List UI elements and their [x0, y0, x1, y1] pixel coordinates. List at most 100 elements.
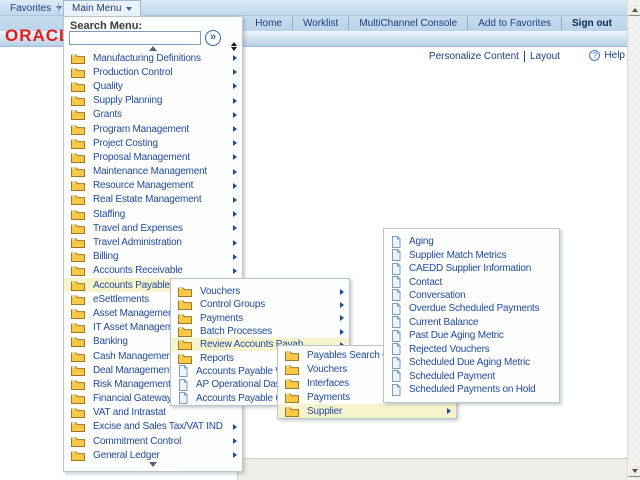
scrollbar-up-button[interactable]	[628, 3, 640, 16]
folder-icon	[178, 339, 192, 351]
menu-item[interactable]: Scheduled Due Aging Metric	[384, 356, 559, 369]
document-icon	[391, 329, 401, 342]
menu-item[interactable]: Scheduled Payments on Hold	[384, 383, 559, 396]
vertical-scrollbar[interactable]	[627, 0, 640, 480]
menu-item[interactable]: Supplier	[278, 404, 456, 418]
document-icon	[178, 392, 188, 405]
menu-item-label: Travel and Expenses	[93, 222, 183, 234]
menu-item[interactable]: Maintenance Management	[64, 165, 242, 179]
scrollbar-down-button[interactable]	[628, 464, 640, 477]
folder-icon	[71, 265, 85, 277]
menu-item[interactable]: Batch Processes	[171, 325, 349, 338]
menu-item-label: Manufacturing Definitions	[93, 52, 201, 64]
menu-item[interactable]: Travel and Expenses	[64, 221, 242, 235]
menu-item[interactable]: Manufacturing Definitions	[64, 51, 242, 65]
menu-item-label: Cash Management	[93, 350, 175, 362]
menu-item[interactable]: Control Groups	[171, 298, 349, 311]
document-icon	[391, 249, 401, 262]
menu-item[interactable]: General Ledger	[64, 448, 242, 462]
menu-item[interactable]: Overdue Scheduled Payments	[384, 302, 559, 315]
header-nav-link[interactable]: Home	[245, 17, 292, 30]
menu-item-label: Control Groups	[200, 299, 266, 311]
menu-item[interactable]: Real Estate Management	[64, 193, 242, 207]
submenu-arrow-icon	[233, 168, 237, 175]
folder-icon	[285, 378, 299, 389]
menu-item[interactable]: Supply Planning	[64, 94, 242, 108]
folder-icon	[71, 436, 85, 447]
submenu-arrow-icon	[233, 239, 237, 246]
menu-item[interactable]: Quality	[64, 79, 242, 93]
menu-item-label: Quality	[93, 80, 123, 92]
folder-icon	[71, 280, 85, 291]
menu-item[interactable]: Supplier Match Metrics	[384, 248, 559, 262]
menu-resize-handle[interactable]	[229, 42, 238, 51]
menu-item-label: Excise and Sales Tax/VAT IND	[93, 421, 223, 433]
favorites-menu-tab[interactable]: Favorites	[2, 0, 70, 16]
main-menu-label: Main Menu	[72, 3, 122, 14]
menu-item-label: Batch Processes	[200, 326, 273, 338]
folder-icon	[71, 379, 85, 390]
menu-item-label: Rejected Vouchers	[409, 343, 490, 355]
menu-item-label: eSettlements	[93, 293, 149, 305]
header-nav-link[interactable]: Sign out	[561, 17, 622, 30]
help-label: Help	[604, 50, 625, 61]
menu-item[interactable]: Project Costing	[64, 136, 242, 150]
folder-icon	[285, 350, 299, 362]
folder-icon	[71, 251, 85, 263]
submenu-arrow-icon	[233, 253, 237, 260]
menu-scroll-down[interactable]	[64, 462, 242, 467]
header-nav-links: Home Worklist MultiChannel Console Add t…	[245, 17, 622, 30]
menu-item[interactable]: Travel Administration	[64, 235, 242, 249]
menu-item[interactable]: CAEDD Supplier Information	[384, 262, 559, 275]
menu-item[interactable]: Production Control	[64, 65, 242, 79]
menu-item-label: Billing	[93, 251, 119, 263]
menu-item[interactable]: Scheduled Payment	[384, 369, 559, 383]
personalize-content-link[interactable]: Personalize Content	[424, 51, 524, 62]
submenu-arrow-icon	[233, 196, 237, 203]
menu-item[interactable]: VAT and Intrastat	[64, 406, 242, 420]
folder-icon	[71, 109, 85, 121]
folder-icon	[71, 294, 85, 305]
document-icon	[391, 262, 401, 275]
menu-item[interactable]: Proposal Management	[64, 150, 242, 164]
header-nav-link[interactable]: Add to Favorites	[467, 17, 561, 30]
folder-icon	[71, 124, 85, 135]
submenu-arrow-icon	[233, 55, 237, 62]
main-menu-tab[interactable]: Main Menu	[63, 0, 142, 16]
submenu-arrow-icon	[233, 452, 237, 459]
menu-item[interactable]: Current Balance	[384, 316, 559, 329]
search-go-button[interactable]: »	[205, 30, 221, 46]
menu-item[interactable]: Resource Management	[64, 179, 242, 193]
help-link[interactable]: ? Help	[589, 50, 625, 61]
menu-item[interactable]: Conversation	[384, 289, 559, 302]
menu-item-label: Travel Administration	[93, 237, 182, 249]
menu-item[interactable]: Aging	[384, 235, 559, 248]
folder-icon	[71, 351, 85, 362]
menu-item[interactable]: Excise and Sales Tax/VAT IND	[64, 420, 242, 434]
menu-item[interactable]: Staffing	[64, 207, 242, 221]
menu-item[interactable]: Commitment Control	[64, 434, 242, 448]
header-nav-link[interactable]: MultiChannel Console	[348, 17, 467, 30]
menu-item-label: Production Control	[93, 66, 173, 78]
menu-item-label: Proposal Management	[93, 151, 190, 163]
search-input[interactable]	[69, 31, 201, 45]
arrow-up-icon	[632, 8, 638, 12]
menu-item[interactable]: Vouchers	[171, 285, 349, 298]
menu-item-label: Scheduled Due Aging Metric	[409, 357, 530, 369]
menu-item[interactable]: Contact	[384, 275, 559, 289]
folder-icon	[71, 393, 85, 405]
menu-item[interactable]: Grants	[64, 108, 242, 122]
submenu-arrow-icon	[233, 211, 237, 218]
header-nav-link[interactable]: Worklist	[291, 17, 348, 30]
menu-item[interactable]: Payments	[171, 312, 349, 325]
menu-item-label: Contact	[409, 276, 443, 288]
menu-item-label: Program Management	[93, 123, 189, 135]
layout-link[interactable]: Layout	[523, 51, 565, 62]
menu-item[interactable]: Rejected Vouchers	[384, 343, 559, 356]
menu-item[interactable]: Accounts Receivable	[64, 264, 242, 278]
menu-item[interactable]: Program Management	[64, 122, 242, 136]
menu-item-label: General Ledger	[93, 449, 160, 461]
menu-item-label: Resource Management	[93, 180, 194, 192]
menu-item[interactable]: Billing	[64, 250, 242, 264]
menu-item[interactable]: Past Due Aging Metric	[384, 329, 559, 342]
